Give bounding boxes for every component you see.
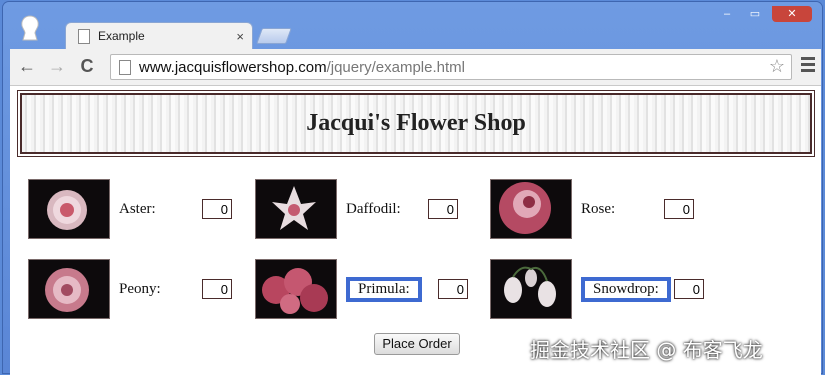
- flower-snowdrop: Snowdrop:: [490, 259, 671, 319]
- flower-label-highlighted: Primula:: [346, 276, 422, 302]
- primula-image: [255, 259, 337, 319]
- address-bar[interactable]: www.jacquisflowershop.com/jquery/example…: [110, 54, 792, 80]
- bookmark-star-icon[interactable]: ☆: [769, 56, 785, 77]
- page-title: Jacqui's Flower Shop: [306, 110, 526, 136]
- new-tab-button[interactable]: [256, 28, 292, 44]
- peony-image: [28, 259, 110, 319]
- daffodil-image: [255, 179, 337, 239]
- reload-button[interactable]: C: [76, 55, 98, 77]
- header-banner: Jacqui's Flower Shop: [17, 90, 815, 157]
- flower-daffodil: Daffodil:: [255, 179, 401, 239]
- watermark: 掘金技术社区 @ 布客飞龙: [530, 338, 763, 362]
- flower-label-highlighted: Snowdrop:: [581, 276, 671, 302]
- maximize-button[interactable]: ▭: [744, 6, 766, 22]
- window-controls: ‒ ▭ ✕: [716, 6, 812, 22]
- profile-icon[interactable]: [15, 12, 45, 42]
- quantity-input-snowdrop[interactable]: 0: [674, 279, 704, 299]
- quantity-input-daffodil[interactable]: 0: [428, 199, 458, 219]
- quantity-input-peony[interactable]: 0: [202, 279, 232, 299]
- aster-image: [28, 179, 110, 239]
- page-icon: [119, 59, 131, 75]
- flower-peony: Peony:: [28, 259, 161, 319]
- forward-button[interactable]: →: [46, 55, 68, 77]
- flower-aster: Aster:: [28, 179, 156, 239]
- quantity-input-aster[interactable]: 0: [202, 199, 232, 219]
- place-order-button[interactable]: Place Order: [374, 333, 460, 355]
- browser-toolbar: ← → C www.jacquisflowershop.com/jquery/e…: [10, 49, 821, 86]
- back-button[interactable]: ←: [16, 55, 38, 77]
- menu-icon[interactable]: [801, 57, 815, 75]
- flower-rose: Rose:: [490, 179, 615, 239]
- snowdrop-image: [490, 259, 572, 319]
- url-path: /jquery/example.html: [326, 58, 465, 76]
- flower-label: Rose:: [581, 200, 616, 217]
- quantity-input-primula[interactable]: 0: [438, 279, 468, 299]
- url-host: www.jacquisflowershop.com: [139, 58, 327, 76]
- flower-primula: Primula:: [255, 259, 422, 319]
- close-tab-icon[interactable]: ×: [236, 29, 244, 44]
- flower-label: Daffodil:: [346, 200, 401, 217]
- page-icon: [78, 28, 90, 44]
- page-content: Jacqui's Flower Shop Aster: 0 Daffodil: …: [10, 86, 821, 375]
- quantity-input-rose[interactable]: 0: [664, 199, 694, 219]
- flower-label: Peony:: [119, 280, 161, 297]
- tab-example[interactable]: Example ×: [65, 22, 253, 49]
- rose-image: [490, 179, 572, 239]
- browser-window: Example × ‒ ▭ ✕ ← → C www.jacquisflowers…: [3, 2, 822, 375]
- close-window-button[interactable]: ✕: [772, 6, 812, 22]
- tab-title: Example: [98, 29, 145, 43]
- minimize-button[interactable]: ‒: [716, 6, 738, 22]
- flower-label: Aster:: [119, 200, 156, 217]
